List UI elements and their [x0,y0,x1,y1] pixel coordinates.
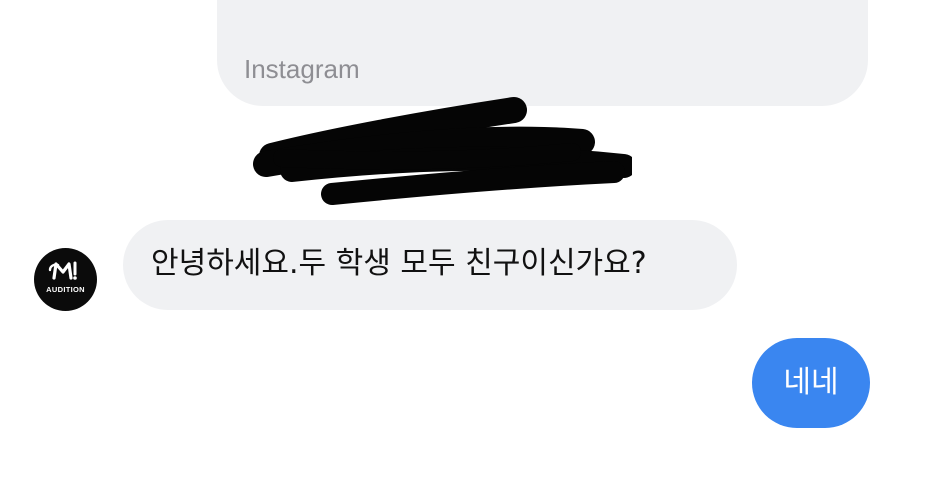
redaction-scribble-icon [253,97,632,205]
dm-thread: Instagram AUDITION 안녕하세요.두 학생 모두 친구이신가요?… [0,0,925,500]
incoming-message-text: 안녕하세요.두 학생 모두 친구이신가요? [151,246,647,281]
outgoing-message-bubble[interactable]: 네네 [752,338,870,428]
sender-avatar-label: AUDITION [46,285,85,294]
outgoing-message-text: 네네 [783,365,839,400]
sm-logo-icon [48,261,77,280]
sender-avatar[interactable]: AUDITION [34,248,97,311]
shared-post-source-label: Instagram [244,54,360,84]
